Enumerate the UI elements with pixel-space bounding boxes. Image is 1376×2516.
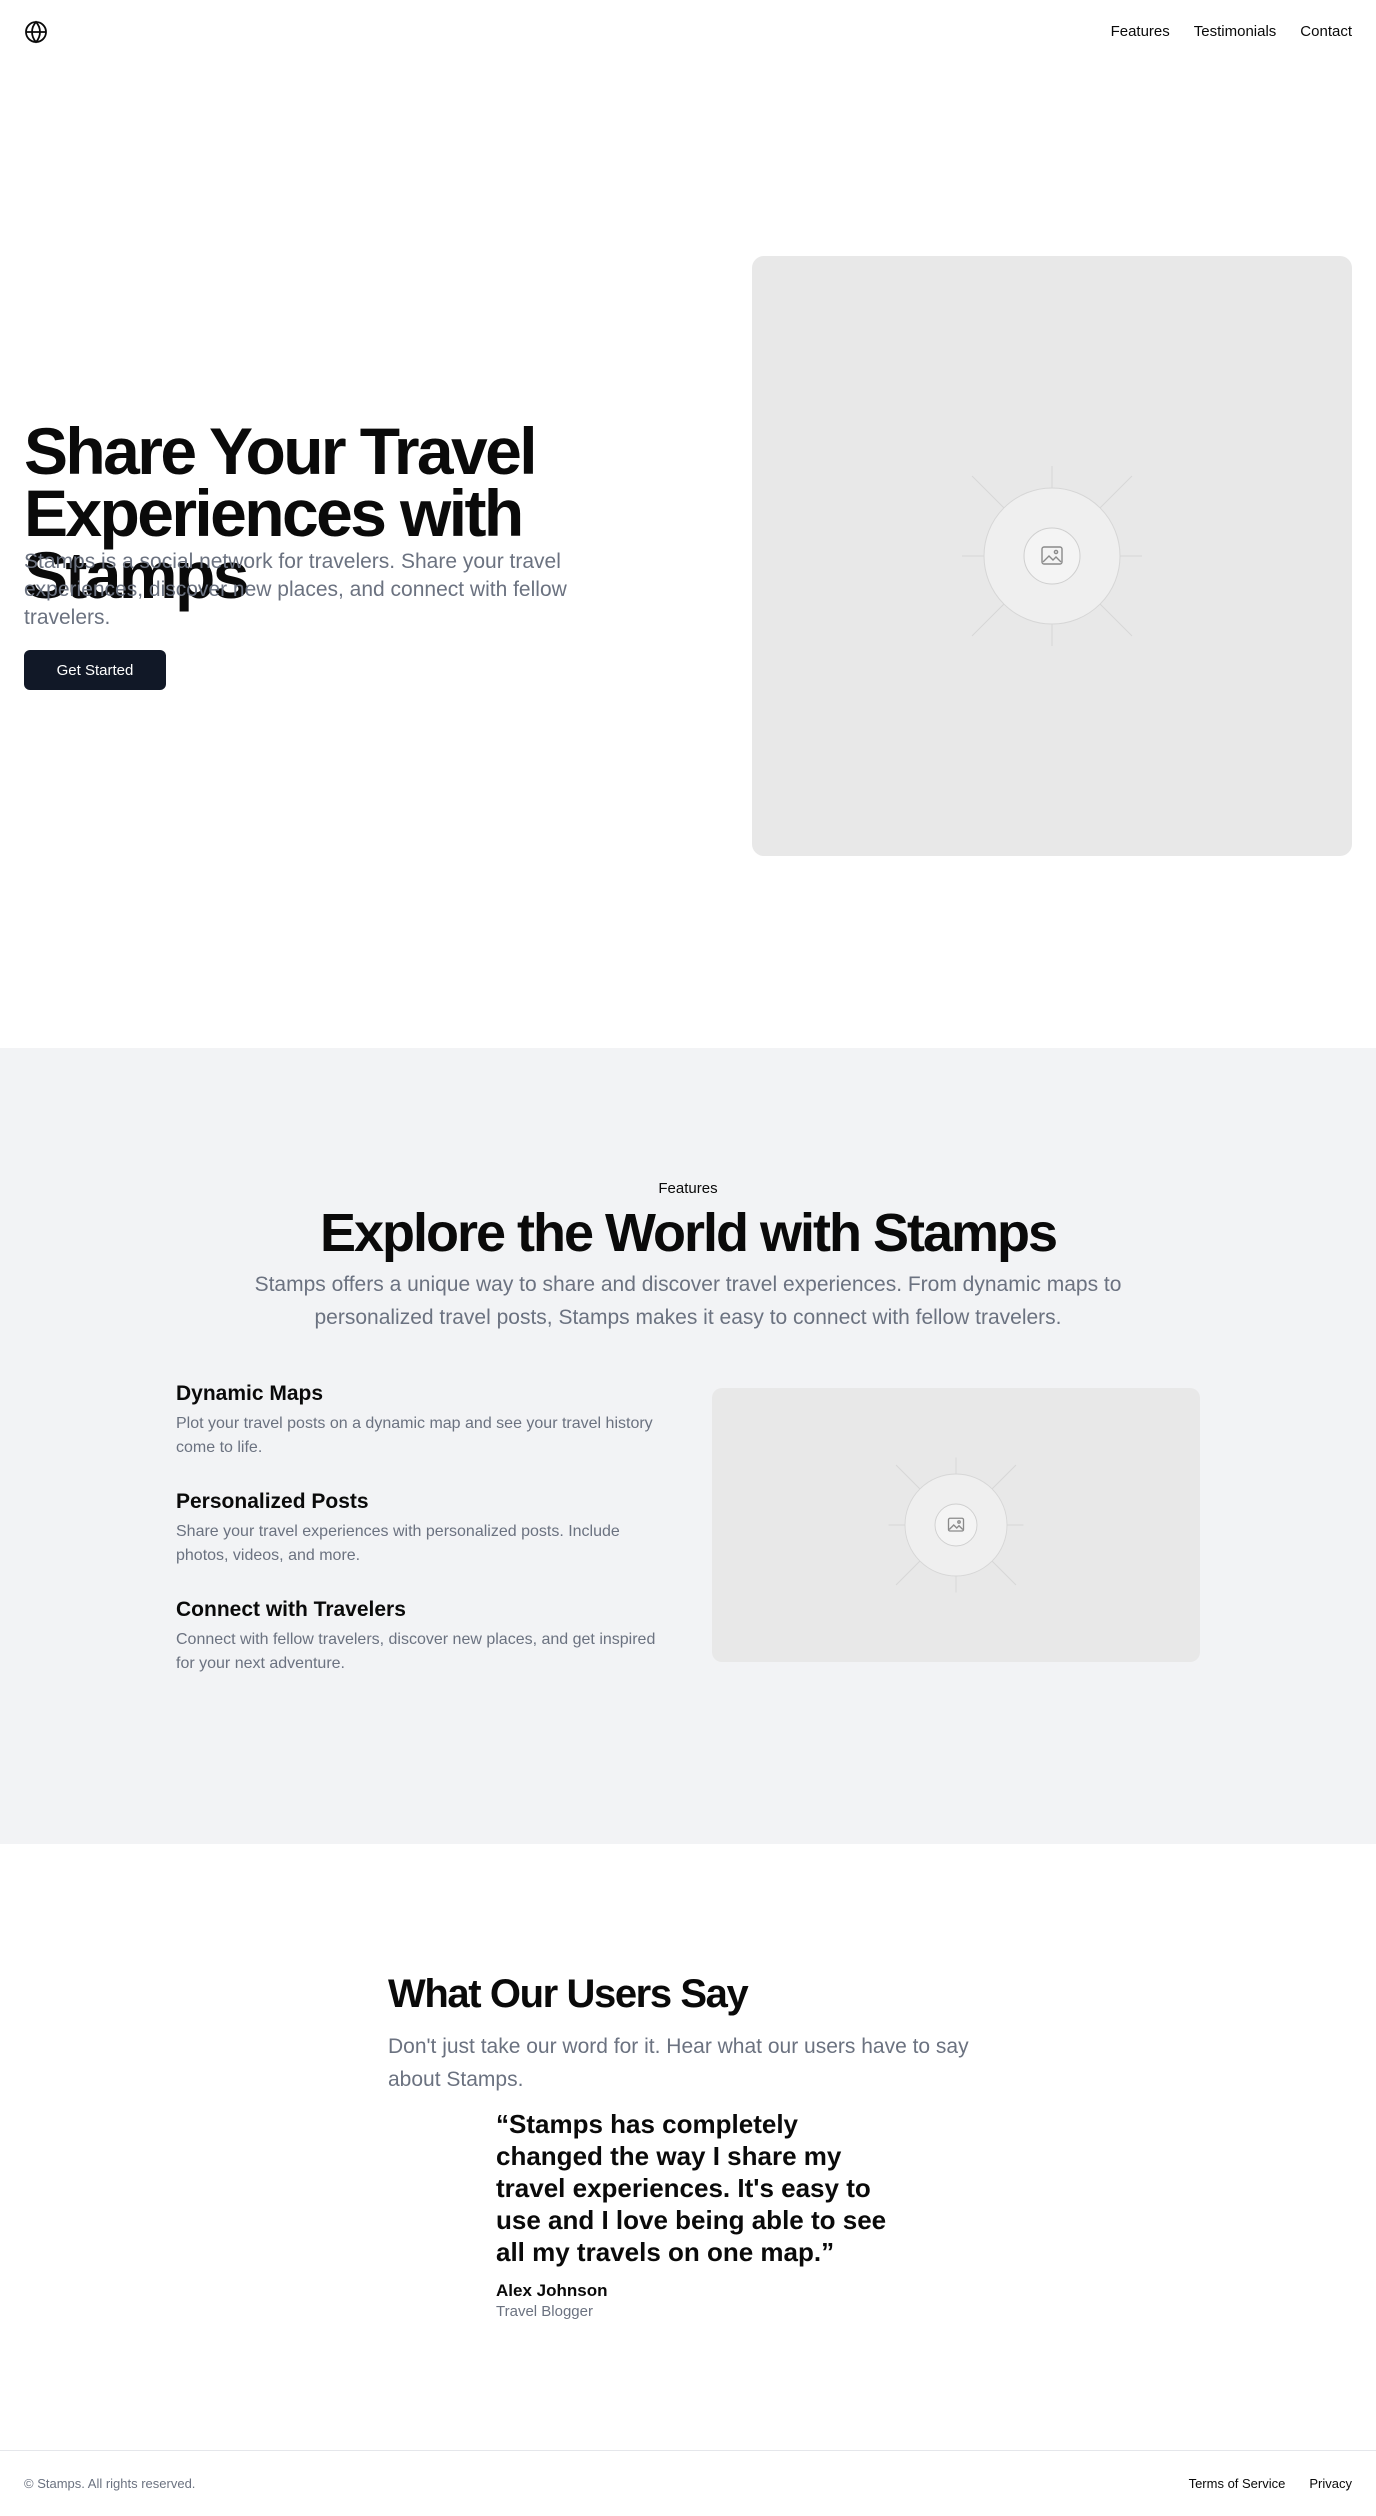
copyright-text: © Stamps. All rights reserved.: [24, 2476, 196, 2491]
features-subtitle: Stamps offers a unique way to share and …: [254, 1273, 1122, 1329]
feature-text: Share your travel experiences with perso…: [176, 1523, 620, 1564]
get-started-button[interactable]: Get Started: [24, 650, 166, 690]
privacy-link[interactable]: Privacy: [1309, 2475, 1352, 2493]
footer-links: Terms of Service Privacy: [1189, 2475, 1352, 2493]
testimonial-author: Alex Johnson: [496, 2281, 608, 2300]
features-image: [712, 1388, 1200, 1662]
hero-subtitle: Stamps is a social network for travelers…: [24, 550, 567, 629]
image-placeholder-icon: [888, 1457, 1024, 1593]
testimonial-role: Travel Blogger: [496, 2303, 593, 2320]
feature-title: Connect with Travelers: [176, 1598, 406, 1621]
feature-item: Dynamic Maps Plot your travel posts on a…: [176, 1380, 676, 1460]
site-footer: © Stamps. All rights reserved. Terms of …: [0, 2450, 1376, 2516]
features-eyebrow: Features: [658, 1180, 718, 1197]
feature-list: Dynamic Maps Plot your travel posts on a…: [176, 1380, 676, 1704]
feature-text: Plot your travel posts on a dynamic map …: [176, 1415, 653, 1456]
features-section: Features Explore the World with Stamps S…: [0, 1048, 1376, 1844]
feature-item: Personalized Posts Share your travel exp…: [176, 1488, 676, 1568]
feature-title: Dynamic Maps: [176, 1382, 324, 1405]
features-title: Explore the World with Stamps: [319, 1203, 1058, 1263]
nav-link-features[interactable]: Features: [1111, 22, 1170, 42]
feature-title: Personalized Posts: [176, 1490, 369, 1513]
testimonial-quote: “Stamps has completely changed the way I…: [496, 2109, 887, 2267]
image-placeholder-icon: [962, 466, 1142, 646]
testimonials-subtitle: Don't just take our word for it. Hear wh…: [388, 2035, 969, 2091]
main-nav: Features Testimonials Contact: [1111, 22, 1352, 42]
feature-text: Connect with fellow travelers, discover …: [176, 1631, 656, 1672]
hero-image: [752, 256, 1352, 856]
nav-link-contact[interactable]: Contact: [1300, 22, 1352, 42]
feature-item: Connect with Travelers Connect with fell…: [176, 1596, 676, 1676]
nav-link-testimonials[interactable]: Testimonials: [1194, 22, 1277, 42]
site-header: Features Testimonials Contact: [0, 0, 1376, 64]
testimonials-title: What Our Users Say: [388, 1972, 749, 2016]
terms-link[interactable]: Terms of Service: [1189, 2475, 1286, 2493]
globe-icon[interactable]: [24, 20, 48, 44]
